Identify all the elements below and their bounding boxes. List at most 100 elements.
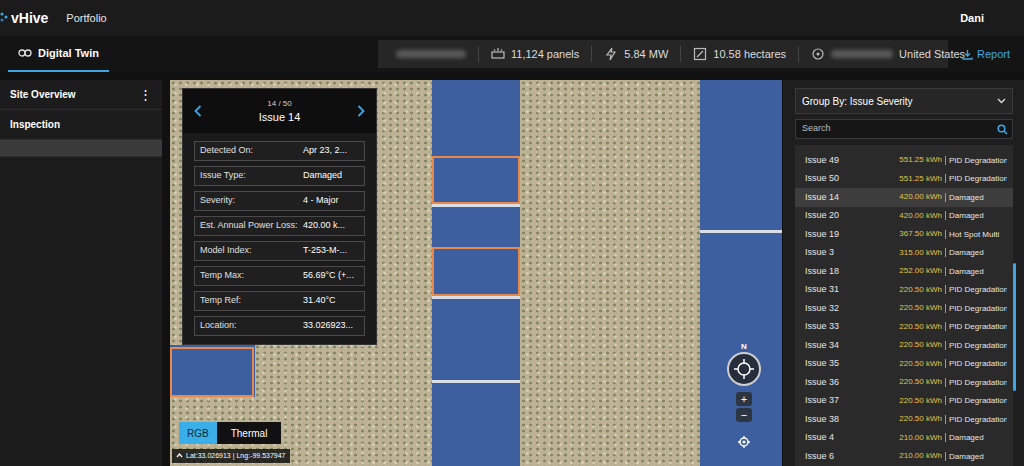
zoom-in-button[interactable]: + [736,392,752,406]
zoom-in-label[interactable]: + [741,393,747,405]
field-value: 31.40°C [300,294,364,308]
sidebar-item[interactable]: Inspection [0,110,162,140]
sidebar-item[interactable]: Site Overview ⋮ [0,80,162,110]
issue-name[interactable]: Issue 37 [805,394,899,408]
issue-row[interactable]: Issue 33220.50 kWhPID Degradation [795,318,1013,337]
scrollbar-thumb[interactable] [1013,263,1016,391]
issue-row[interactable]: Issue 32220.50 kWhPID Degradation [795,299,1013,318]
issue-name[interactable]: Issue 36 [805,376,899,390]
digital-twin-tab[interactable]: Digital Twin [8,36,109,72]
field-label: Model Index: [195,244,300,258]
field-value: T-253-M-... [300,244,364,258]
issue-field: Detected On:Apr 23, 2... [194,141,365,161]
issue-row[interactable]: Issue 38220.50 kWhPID Degradation [795,410,1013,429]
stat-text: 10.58 hectares [713,46,786,63]
issue-row[interactable]: Issue 6210.00 kWhDamaged [795,447,1013,466]
issue-row[interactable]: Issue 34220.50 kWhPID Degradation [795,336,1013,355]
issue-name[interactable]: Issue 50 [805,172,899,186]
issue-field: Temp Max:56.69°C (+... [194,266,365,286]
stat-divider [680,46,681,62]
toolbar: Digital Twin11,124 panels5.84 MW10.58 he… [0,36,1024,72]
blurred-address [831,50,893,58]
issue-card-header: 14 / 50Issue 14 [183,89,376,133]
issue-row[interactable]: Issue 18252.00 kWhDamaged [795,262,1013,281]
issue-type: PID Degradation [945,156,1007,165]
portfolio-link[interactable]: Portfolio [66,10,106,27]
issue-row[interactable]: Issue 37220.50 kWhPID Degradation [795,392,1013,411]
stat-text: 11,124 panels [511,46,579,63]
issue-name[interactable]: Issue 4 [805,431,899,445]
issue-name[interactable]: Issue 19 [805,228,899,242]
issue-field: Issue Type:Damaged [194,166,365,186]
issue-loss: 220.50 kWh [899,339,942,351]
logo-text[interactable]: vHive [11,8,48,29]
sidebar-item-label[interactable]: Inspection [10,117,60,132]
next-issue-button[interactable] [354,104,368,118]
view-toggle-button[interactable]: Thermal [217,422,282,444]
issue-row[interactable]: Issue 50551.25 kWhPID Degradation [795,170,1013,189]
map-controls: N + − [722,342,766,450]
tab-label[interactable]: Digital Twin [38,45,99,62]
group-by-label[interactable]: Group By: Issue Severity [802,94,997,109]
view-toggle-label[interactable]: Thermal [225,426,274,441]
chevron-left-icon [194,105,202,117]
issue-row[interactable]: Issue 31220.50 kWhPID Degradation [795,281,1013,300]
issue-row[interactable]: Issue 20420.00 kWhDamaged [795,207,1013,226]
issue-type: PID Degradation [945,285,1007,294]
north-label: N [741,342,747,352]
group-by-dropdown[interactable]: Group By: Issue Severity [795,88,1013,114]
issue-type: PID Degradation [945,415,1007,424]
panel-row [432,80,520,466]
issue-row[interactable]: Issue 35220.50 kWhPID Degradation [795,355,1013,374]
zoom-out-button[interactable]: − [736,408,752,422]
issue-type: Damaged [945,211,1007,220]
issue-name[interactable]: Issue 20 [805,209,899,223]
field-value: 56.69°C (+... [300,269,364,283]
sidebar-item[interactable] [0,140,162,157]
user-name[interactable]: Dani [960,10,984,27]
view-toggle-button[interactable]: RGB [179,422,217,444]
search-input[interactable] [796,122,997,136]
issue-list: Issue 49551.25 kWhPID DegradationIssue 5… [795,145,1013,466]
issue-type: Hot Spot Multi [945,230,1007,239]
issue-row[interactable]: Issue 4210.00 kWhDamaged [795,429,1013,448]
issue-name[interactable]: Issue 34 [805,339,899,353]
issue-name[interactable]: Issue 49 [805,154,899,168]
map-view[interactable]: 14 / 50Issue 14 Detected On:Apr 23, 2... I… [170,80,782,466]
issue-marker [170,347,254,397]
issue-row[interactable]: Issue 19367.50 kWhHot Spot Multi [795,225,1013,244]
issue-name[interactable]: Issue 31 [805,283,899,297]
issue-row[interactable]: Issue 36220.50 kWhPID Degradation [795,373,1013,392]
scrollbar-track[interactable] [1013,145,1017,466]
issue-name[interactable]: Issue 32 [805,302,899,316]
issue-fields: Detected On:Apr 23, 2... Issue Type:Damag… [183,133,376,344]
issue-row[interactable]: Issue 3315.00 kWhDamaged [795,244,1013,263]
issue-name[interactable]: Issue 14 [805,191,899,205]
issue-name[interactable]: Issue 33 [805,320,899,334]
more-menu[interactable]: ⋮ [139,85,152,105]
report-button[interactable]: Report [962,46,1010,63]
issue-name[interactable]: Issue 6 [805,450,899,464]
report-label[interactable]: Report [977,46,1010,63]
locate-button[interactable] [736,434,752,450]
zoom-out-label[interactable]: − [741,409,747,421]
issue-name[interactable]: Issue 18 [805,265,899,279]
issue-name[interactable]: Issue 38 [805,413,899,427]
issue-row[interactable]: Issue 49551.25 kWhPID Degradation [795,151,1013,170]
issue-name[interactable]: Issue 35 [805,357,899,371]
logo-icon [0,11,10,25]
issue-counter: 14 / 50 [267,98,291,110]
sidebar-item-label[interactable]: Site Overview [10,87,76,102]
issue-marker [432,247,520,296]
issue-type: PID Degradation [945,322,1007,331]
download-icon [962,49,973,60]
issue-name[interactable]: Issue 3 [805,246,899,260]
compass[interactable] [727,352,761,386]
previous-issue-button[interactable] [191,104,205,118]
logo[interactable]: vHive [0,0,48,36]
issue-card-title: 14 / 50Issue 14 [205,98,354,125]
issue-row[interactable]: Issue 14420.00 kWhDamaged [795,188,1013,207]
main-area: Site Overview⋮Inspection14 / 50Issue 14D… [0,72,1024,466]
view-toggle-label[interactable]: RGB [187,426,209,441]
issue-card: 14 / 50Issue 14 Detected On:Apr 23, 2... I… [182,88,377,345]
